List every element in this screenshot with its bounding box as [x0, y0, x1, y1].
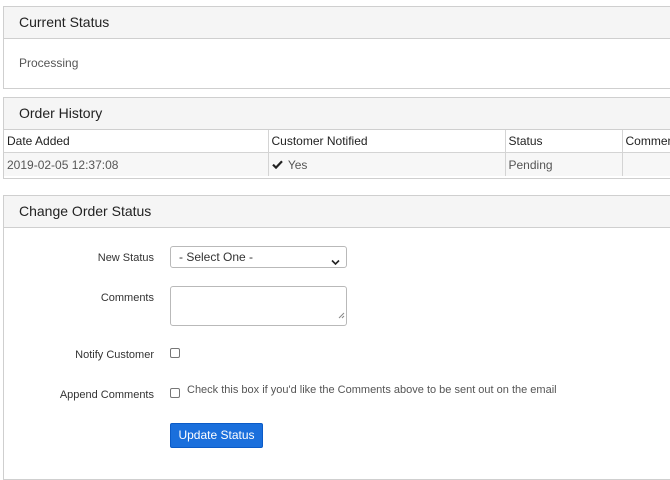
comments-label: Comments	[100, 292, 154, 304]
cell-status: Pending	[505, 152, 623, 176]
cell-date-added: 2019-02-05 12:37:08	[4, 152, 269, 176]
notify-customer-label: Notify Customer	[75, 349, 154, 361]
change-order-status-heading: Change Order Status	[4, 196, 670, 228]
column-header-customer-notified: Customer Notified	[268, 130, 506, 153]
comments-textarea[interactable]	[170, 286, 347, 326]
new-status-selected-value: - Select One -	[179, 250, 254, 264]
table-row: 2019-02-05 12:37:08 Yes Pending	[4, 152, 670, 176]
cell-comments	[622, 152, 670, 176]
check-icon	[271, 158, 286, 172]
column-header-status: Status	[505, 130, 623, 153]
resize-grip-icon[interactable]	[338, 306, 345, 324]
current-status-value: Processing	[19, 56, 79, 70]
column-header-date-added: Date Added	[4, 130, 269, 153]
cell-customer-notified: Yes	[268, 152, 506, 176]
new-status-label: New Status	[97, 252, 154, 264]
notify-customer-checkbox[interactable]	[170, 348, 180, 358]
table-header-row: Date Added Customer Notified Status Comm…	[4, 130, 670, 153]
append-comments-hint: Check this box if you'd like the Comment…	[187, 384, 557, 396]
chevron-down-icon	[331, 252, 340, 272]
update-status-button[interactable]: Update Status	[170, 423, 263, 448]
change-order-status-panel: Change Order Status New Status - Select …	[3, 195, 670, 480]
order-history-panel: Order History Date Added Customer Notifi…	[3, 97, 670, 179]
column-header-comments: Comments	[622, 130, 670, 153]
order-history-table: Date Added Customer Notified Status Comm…	[4, 130, 670, 176]
new-status-select[interactable]: - Select One -	[170, 246, 347, 268]
append-comments-label: Append Comments	[59, 389, 154, 401]
customer-notified-text: Yes	[287, 157, 308, 172]
current-status-panel: Current Status Processing	[3, 6, 670, 89]
order-history-heading: Order History	[4, 98, 670, 130]
current-status-heading: Current Status	[4, 7, 670, 39]
append-comments-checkbox[interactable]	[170, 388, 180, 398]
